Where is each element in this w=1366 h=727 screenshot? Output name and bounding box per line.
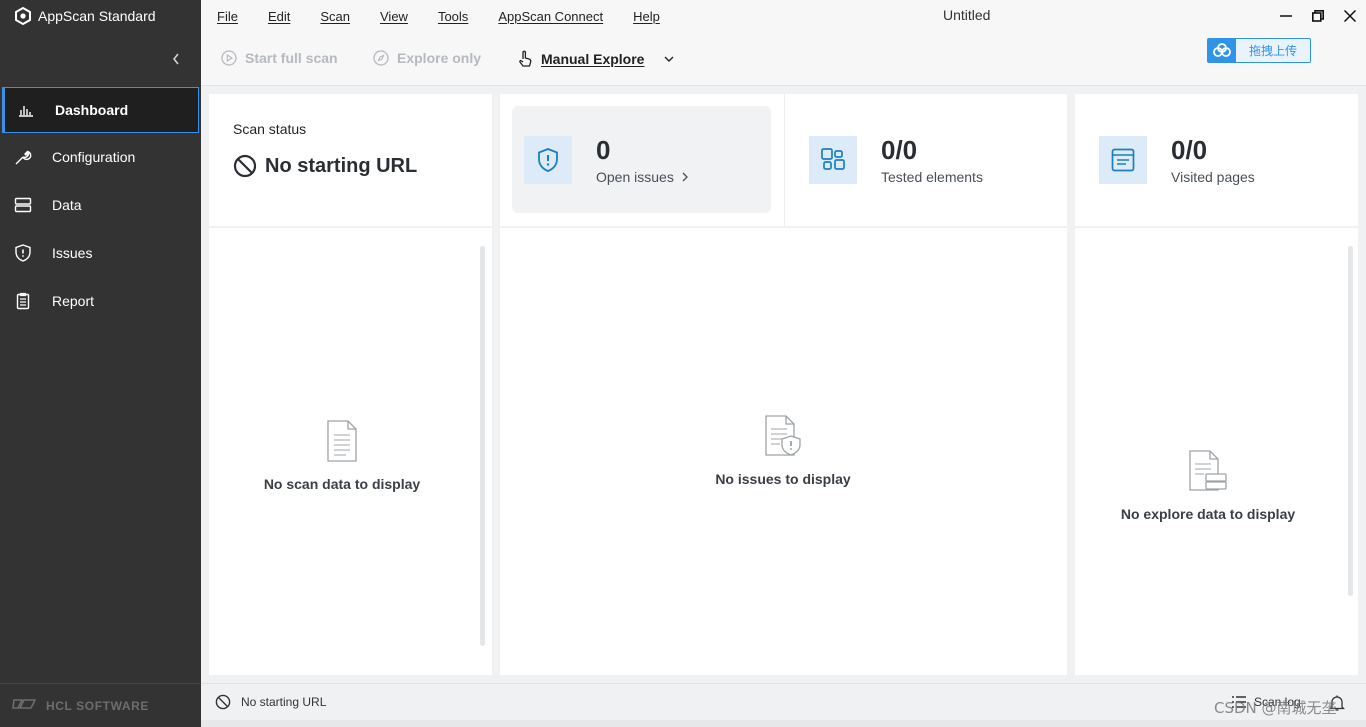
menu-file[interactable]: File — [217, 9, 238, 24]
scrollbar[interactable] — [1348, 246, 1353, 596]
menu-bar: File Edit Scan View Tools AppScan Connec… — [201, 0, 1366, 32]
drag-upload-label: 拖拽上传 — [1248, 44, 1297, 58]
bottom-strip — [201, 720, 1366, 727]
database-icon — [14, 196, 32, 214]
drag-upload-button[interactable]: 拖拽上传 — [1207, 38, 1311, 63]
close-button[interactable] — [1334, 0, 1366, 32]
page-layout-icon — [1099, 135, 1147, 184]
shield-icon — [14, 244, 32, 262]
play-circle-icon — [221, 50, 237, 66]
empty-scan-state: No scan data to display — [264, 420, 420, 492]
hand-pointer-icon — [519, 50, 532, 67]
vendor-footer: HCL SOFTWARE — [0, 683, 201, 727]
app-brand: AppScan Standard — [14, 7, 156, 25]
chevron-left-icon — [173, 53, 179, 65]
menu-tools[interactable]: Tools — [438, 9, 468, 24]
wrench-icon — [14, 148, 32, 166]
menu-help[interactable]: Help — [633, 9, 660, 24]
scan-status-value: No starting URL — [233, 154, 417, 178]
appscan-logo-icon — [14, 7, 32, 25]
cloud-upload-icon — [1208, 39, 1236, 62]
chevron-down-icon[interactable] — [664, 56, 674, 62]
status-indicator: No starting URL — [215, 694, 326, 710]
clipboard-icon — [14, 292, 32, 310]
scan-status-label: Scan status — [233, 121, 307, 137]
empty-scan-text: No scan data to display — [263, 476, 421, 492]
sidebar-item-dashboard[interactable]: Dashboard — [2, 87, 199, 133]
visited-pages-value: 0/0 — [1171, 134, 1208, 165]
minimize-icon — [1280, 15, 1292, 17]
sidebar-nav: Dashboard Configuration Data Issues Repo… — [0, 86, 201, 325]
scan-status-card: Scan status No starting URL — [209, 94, 492, 226]
compass-icon — [373, 50, 389, 66]
app-name: AppScan Standard — [38, 8, 156, 24]
menu-appscan-connect[interactable]: AppScan Connect — [498, 9, 603, 24]
start-full-scan-label: Start full scan — [245, 50, 338, 66]
shield-alert-icon — [524, 135, 572, 184]
document-server-icon — [1189, 450, 1227, 491]
status-text: No starting URL — [241, 695, 327, 709]
sidebar-item-label: Issues — [52, 245, 93, 261]
metrics-card: 0 Open issues 0/0 Tested elements — [500, 94, 1067, 226]
document-shield-icon — [765, 415, 801, 456]
minimize-button[interactable] — [1270, 0, 1302, 32]
sidebar-item-configuration[interactable]: Configuration — [0, 133, 201, 181]
open-issues-metric[interactable]: 0 Open issues — [512, 106, 771, 213]
visited-pages-label: Visited pages — [1171, 168, 1255, 185]
open-issues-value: 0 — [596, 134, 611, 165]
prohibited-icon — [233, 154, 257, 178]
collapse-sidebar-button[interactable] — [168, 50, 184, 68]
manual-explore-label: Manual Explore — [541, 51, 645, 67]
sidebar-item-data[interactable]: Data — [0, 181, 201, 229]
empty-explore-text: No explore data to display — [1120, 506, 1296, 522]
sidebar-item-label: Configuration — [52, 149, 136, 165]
tested-elements-label: Tested elements — [881, 168, 983, 185]
issues-panel: No issues to display — [500, 228, 1067, 675]
scrollbar[interactable] — [480, 246, 485, 646]
tested-elements-value: 0/0 — [881, 134, 918, 165]
menu-scan[interactable]: Scan — [320, 9, 350, 24]
start-full-scan-button[interactable]: Start full scan — [221, 50, 338, 66]
restore-icon — [1312, 10, 1324, 22]
sidebar-item-issues[interactable]: Issues — [0, 229, 201, 277]
scan-data-panel: No scan data to display — [209, 228, 492, 675]
visited-pages-card: 0/0 Visited pages — [1075, 94, 1358, 226]
document-icon — [327, 420, 357, 462]
sidebar-item-label: Report — [52, 293, 95, 309]
sidebar-item-report[interactable]: Report — [0, 277, 201, 325]
close-icon — [1344, 10, 1356, 22]
bar-chart-icon — [17, 101, 35, 119]
toolbar: Start full scan Explore only Manual Expl… — [201, 32, 1366, 86]
explore-only-label: Explore only — [397, 50, 482, 66]
hcl-logo-icon — [12, 698, 37, 713]
open-issues-label: Open issues — [596, 168, 674, 185]
empty-issues-text: No issues to display — [715, 471, 851, 487]
window-controls — [1270, 0, 1366, 32]
menu-view[interactable]: View — [380, 9, 408, 24]
window-title: Untitled — [943, 7, 991, 23]
explore-only-button[interactable]: Explore only — [373, 50, 481, 66]
elements-grid-icon — [809, 135, 857, 184]
metric-divider — [784, 94, 785, 226]
chevron-right-icon — [682, 172, 688, 181]
manual-explore-button[interactable]: Manual Explore — [517, 50, 674, 68]
csdn-watermark: CSDN @南城无垄 — [1214, 699, 1337, 717]
sidebar: AppScan Standard Dashboard Configuration… — [0, 0, 201, 727]
explore-data-panel: No explore data to display — [1075, 228, 1358, 675]
tested-elements-metric: 0/0 Tested elements — [797, 106, 1057, 213]
prohibited-icon — [215, 694, 231, 710]
visited-pages-metric: 0/0 Visited pages — [1087, 106, 1346, 213]
sidebar-item-label: Data — [52, 197, 82, 213]
scan-status-text: No starting URL — [265, 154, 418, 177]
sidebar-item-label: Dashboard — [55, 102, 129, 118]
menu-edit[interactable]: Edit — [268, 9, 290, 24]
restore-button[interactable] — [1302, 0, 1334, 32]
empty-explore-state: No explore data to display — [1121, 450, 1295, 522]
empty-issues-state: No issues to display — [715, 415, 851, 487]
vendor-name: HCL SOFTWARE — [46, 698, 149, 713]
